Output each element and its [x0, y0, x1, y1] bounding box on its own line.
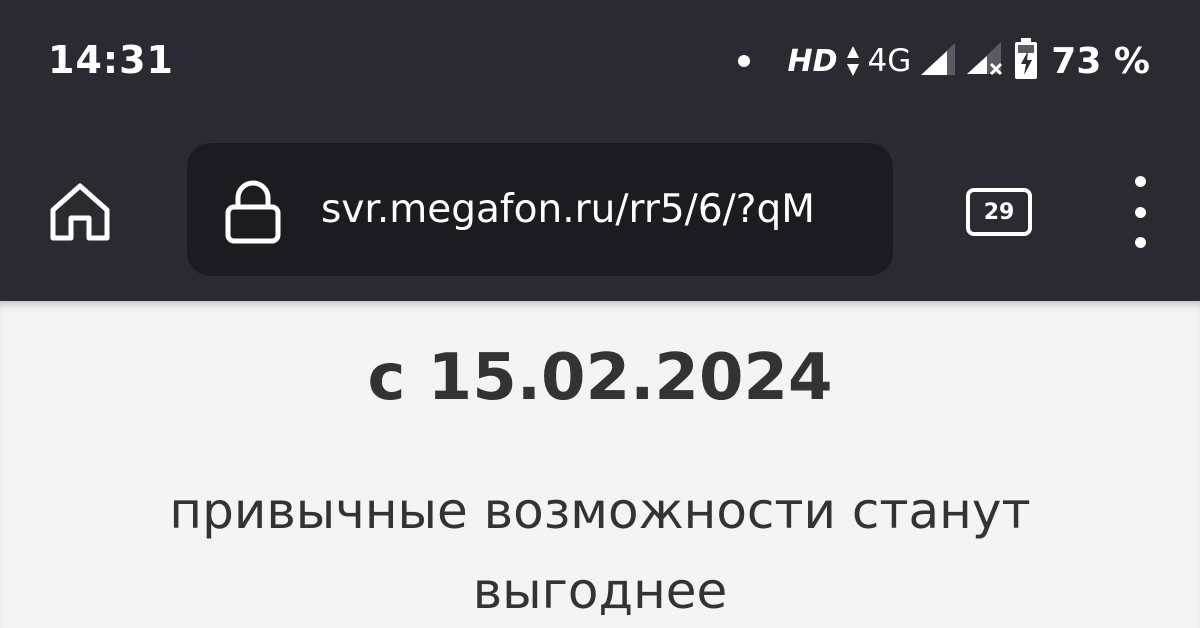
menu-dot-icon: [1134, 176, 1146, 187]
status-bar: 14:31 HD 4G 73 %: [0, 0, 1200, 120]
status-time: 14:31: [48, 38, 174, 82]
status-icons: HD 4G 73 %: [737, 36, 1150, 86]
url-text[interactable]: svr.megafon.ru/rr5/6/?qM: [321, 187, 887, 232]
date-heading: с 15.02.2024: [367, 341, 833, 415]
overflow-menu-button[interactable]: [1120, 176, 1160, 248]
lock-icon[interactable]: [223, 179, 283, 249]
subheading: привычные возможности станут выгоднее: [169, 482, 1031, 620]
browser-toolbar: svr.megafon.ru/rr5/6/?qM 29: [0, 140, 1200, 280]
tab-counter-button[interactable]: 29: [966, 188, 1032, 236]
hd-voice-label: HD: [787, 43, 838, 79]
menu-dot-icon: [1134, 237, 1146, 248]
address-bar[interactable]: svr.megafon.ru/rr5/6/?qM: [187, 143, 893, 276]
home-button[interactable]: [40, 172, 120, 252]
web-page-content: с 15.02.2024 привычные возможности стану…: [0, 301, 1200, 628]
battery-percentage: 73 %: [1051, 40, 1150, 82]
battery-charging-icon: [1013, 37, 1039, 85]
menu-dot-icon: [1134, 206, 1146, 218]
network-type-label: 4G: [867, 43, 912, 79]
signal-strength-icon: [919, 41, 957, 81]
browser-chrome: 14:31 HD 4G 73 % svr.megafon.ru/rr5/6/?q…: [0, 0, 1200, 301]
signal-no-service-icon: [965, 40, 1005, 82]
notification-dot-icon: [737, 55, 750, 67]
data-activity-icon: [846, 44, 860, 78]
home-icon: [50, 183, 110, 241]
